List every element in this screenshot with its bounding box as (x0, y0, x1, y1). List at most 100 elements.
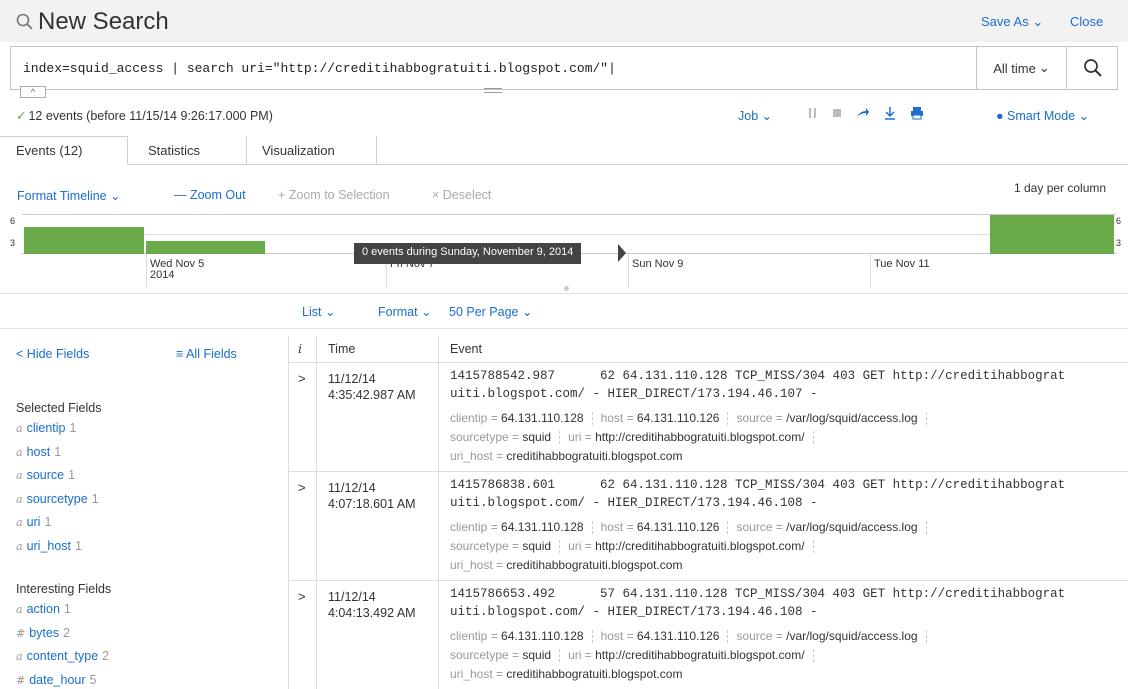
kv-key: clientip = (450, 629, 502, 643)
x-tick-label: Wed Nov 5 2014 (150, 259, 204, 281)
kv-key: clientip = (450, 411, 502, 425)
kv-uri-host[interactable]: uri_host = creditihabbogratuiti.blogspot… (450, 667, 682, 681)
kv-host[interactable]: host = 64.131.110.126 (601, 629, 720, 643)
title-text: New Search (38, 8, 169, 35)
kv-uri[interactable]: uri = http://creditihabbogratuiti.blogsp… (568, 648, 804, 662)
event-time[interactable]: 11/12/14 4:04:13.492 AM (328, 589, 416, 621)
field-name: uri (26, 515, 41, 529)
kv-value: 64.131.110.126 (636, 520, 720, 534)
kv-sourcetype[interactable]: sourcetype = squid (450, 648, 551, 662)
kv-clientip[interactable]: clientip = 64.131.110.128 (450, 629, 584, 643)
deselect-button[interactable]: × Deselect (432, 188, 491, 202)
field-host[interactable]: a host 1 (16, 445, 61, 459)
field-date-hour[interactable]: # date_hour 5 (16, 673, 96, 687)
kv-source[interactable]: source = /var/log/squid/access.log (736, 520, 917, 534)
timeline-bar[interactable] (24, 227, 144, 254)
search-bar: index=squid_access | search uri="http://… (10, 46, 1118, 90)
per-page-menu[interactable]: 50 Per Page ⌄ (449, 304, 532, 319)
kv-source[interactable]: source = /var/log/squid/access.log (736, 411, 917, 425)
field-action[interactable]: a action 1 (16, 602, 71, 616)
field-uri-host[interactable]: a uri_host 1 (16, 539, 82, 553)
timeline-resize-handle[interactable] (564, 286, 569, 291)
tab-separator (376, 136, 377, 165)
tab-statistics[interactable]: Statistics (128, 136, 252, 165)
kv-value: http://creditihabbogratuiti.blogspot.com… (595, 539, 805, 553)
kv-uri-host[interactable]: uri_host = creditihabbogratuiti.blogspot… (450, 449, 682, 463)
per-page-label: 50 Per Page (449, 305, 519, 319)
kv-clientip[interactable]: clientip = 64.131.110.128 (450, 411, 584, 425)
search-input[interactable]: index=squid_access | search uri="http://… (23, 61, 616, 76)
chevron-down-icon: ⌄ (1078, 109, 1090, 123)
search-button[interactable] (1066, 47, 1118, 89)
kv-separator (591, 630, 593, 644)
share-icon[interactable] (856, 107, 870, 119)
zoom-to-selection-button[interactable]: + Zoom to Selection (278, 188, 390, 202)
event-raw-line: uiti.blogspot.com/ - HIER_DIRECT/173.194… (450, 496, 818, 510)
kv-value: creditihabbogratuiti.blogspot.com (506, 449, 683, 463)
timeline-bar[interactable] (990, 215, 1114, 254)
kv-uri[interactable]: uri = http://creditihabbogratuiti.blogsp… (568, 539, 804, 553)
kv-key: uri = (568, 648, 596, 662)
kv-separator (925, 521, 927, 535)
timeline-bar[interactable] (146, 241, 265, 254)
chevron-down-icon: ⌄ (110, 189, 121, 203)
tab-visualization[interactable]: Visualization (246, 136, 386, 165)
search-mode-menu[interactable]: ● Smart Mode ⌄ (996, 108, 1089, 123)
expand-row-button[interactable]: > (298, 589, 306, 604)
y-tick-right-max: 6 (1116, 216, 1122, 226)
close-button[interactable]: Close (1070, 14, 1103, 29)
export-icon[interactable] (884, 106, 896, 120)
collapse-search-button[interactable]: ^ (20, 86, 46, 98)
pause-icon[interactable] (808, 107, 818, 119)
chevron-up-icon: ^ (30, 87, 36, 97)
job-menu[interactable]: Job ⌄ (738, 108, 772, 123)
field-count: 1 (75, 538, 82, 553)
format-menu[interactable]: Format ⌄ (378, 304, 432, 319)
field-content-type[interactable]: a content_type 2 (16, 649, 109, 663)
kv-separator (727, 412, 729, 426)
event-fields-line: sourcetype = squid uri = http://creditiha… (450, 429, 822, 445)
field-uri[interactable]: a uri 1 (16, 515, 51, 529)
field-clientip[interactable]: a clientip 1 (16, 421, 76, 435)
field-type-icon: a (16, 445, 23, 459)
time-column-header[interactable]: Time (328, 342, 355, 356)
hide-fields-button[interactable]: < Hide Fields (16, 347, 89, 361)
field-name: bytes (29, 625, 60, 640)
kv-uri-host[interactable]: uri_host = creditihabbogratuiti.blogspot… (450, 558, 682, 572)
timeline-chart[interactable]: 6 3 6 3 Wed Nov 5 2014 Fri Nov 7 Sun Nov … (0, 214, 1128, 291)
kv-value: 64.131.110.128 (501, 629, 584, 643)
event-time[interactable]: 11/12/14 4:35:42.987 AM (328, 371, 416, 403)
search-mode-label: Smart Mode (1007, 109, 1076, 123)
resize-handle[interactable] (484, 88, 502, 93)
kv-host[interactable]: host = 64.131.110.126 (601, 411, 720, 425)
kv-sourcetype[interactable]: sourcetype = squid (450, 539, 551, 553)
kv-uri[interactable]: uri = http://creditihabbogratuiti.blogsp… (568, 430, 804, 444)
time-range-picker[interactable]: All time ⌄ (976, 47, 1066, 89)
print-icon[interactable] (910, 106, 924, 120)
chevron-right-icon: > (298, 480, 306, 495)
list-view-menu[interactable]: List ⌄ (302, 304, 335, 319)
kv-key: sourcetype = (450, 648, 523, 662)
stop-icon[interactable] (832, 107, 842, 119)
kv-key: uri_host = (450, 667, 507, 681)
tab-events[interactable]: Events (12) (0, 136, 128, 165)
field-sourcetype[interactable]: a sourcetype 1 (16, 492, 99, 506)
zoom-out-button[interactable]: — Zoom Out (174, 188, 246, 202)
field-name: uri_host (26, 538, 72, 553)
kv-key: sourcetype = (450, 539, 523, 553)
field-source[interactable]: a source 1 (16, 468, 75, 482)
all-fields-button[interactable]: ≡ All Fields (176, 347, 237, 361)
expand-row-button[interactable]: > (298, 371, 306, 386)
field-type-icon: # (16, 626, 26, 640)
save-as-button[interactable]: Save As ⌄ (981, 14, 1043, 30)
field-bytes[interactable]: # bytes 2 (16, 626, 70, 640)
kv-clientip[interactable]: clientip = 64.131.110.128 (450, 520, 584, 534)
kv-sourcetype[interactable]: sourcetype = squid (450, 430, 551, 444)
kv-host[interactable]: host = 64.131.110.126 (601, 520, 720, 534)
timeline-gridline (22, 234, 1116, 235)
expand-row-button[interactable]: > (298, 480, 306, 495)
event-time[interactable]: 11/12/14 4:07:18.601 AM (328, 480, 416, 512)
format-timeline-menu[interactable]: Format Timeline ⌄ (17, 188, 121, 203)
kv-source[interactable]: source = /var/log/squid/access.log (736, 629, 917, 643)
y-tick-left-max: 6 (10, 216, 16, 226)
